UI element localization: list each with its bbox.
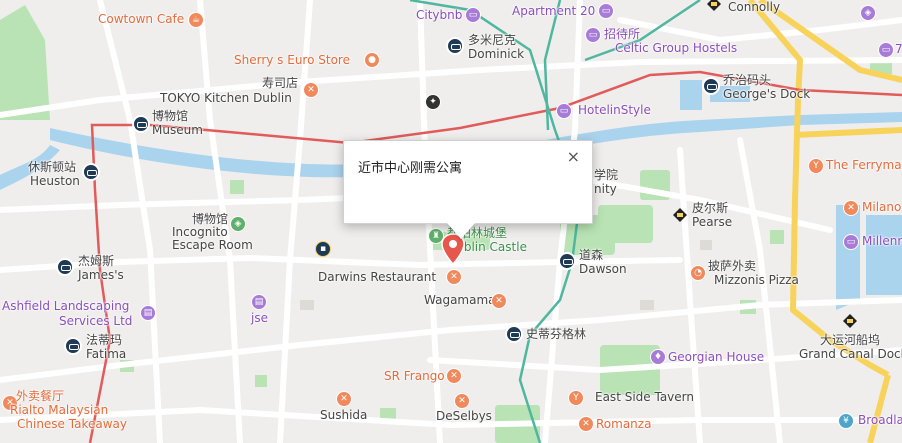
restaurant-icon[interactable]: ✕: [454, 393, 470, 409]
metro-station-museum-icon[interactable]: [132, 115, 150, 133]
metro-station-heuston-icon[interactable]: [82, 163, 100, 181]
poi-eastside-label: East Side Tavern: [595, 390, 694, 404]
poi-ashfield-label-1: Ashfield Landscaping: [2, 299, 130, 313]
hotel-icon[interactable]: ▭: [878, 42, 894, 58]
restaurant-icon[interactable]: ✕: [843, 200, 859, 216]
rail-station-pearse-label-zh: 皮尔斯: [692, 201, 729, 215]
rail-station-connolly-icon[interactable]: [706, 0, 722, 12]
shop-icon[interactable]: ▤: [140, 305, 156, 321]
poi-hostel-zh-label: 招待所: [604, 27, 641, 41]
pizza-icon[interactable]: ◔: [690, 265, 706, 281]
hotel-icon[interactable]: ▭: [556, 103, 572, 119]
poi-georgian-label: Georgian House: [668, 350, 765, 364]
metro-station-georges-dock-label-zh: 乔治码头: [723, 73, 772, 87]
metro-station-dominick-label-zh: 多米尼克: [468, 33, 517, 47]
poi-millennium-label: Millenn: [862, 234, 902, 248]
metro-station-fatima-label-en: Fatima: [86, 347, 127, 361]
poi-darwins-label: Darwins Restaurant: [318, 270, 437, 284]
metro-station-museum-label-en: Museum: [152, 123, 203, 137]
poi-mizzonis-label: Mizzonis Pizza: [714, 273, 799, 287]
poi-wagamama-label: Wagamama: [424, 293, 496, 307]
poi-milano-label: Milano: [862, 200, 902, 214]
metro-station-fatima-label-zh: 法蒂玛: [86, 333, 123, 347]
hotel-icon[interactable]: ▭: [585, 27, 601, 43]
poi-romanza-label: Romanza: [596, 417, 652, 431]
rail-station-grand-canal-dock-label-zh: 大运河船坞: [820, 333, 881, 347]
poi-cowtown-cafe-label: Cowtown Cafe: [98, 12, 185, 26]
restaurant-icon[interactable]: ✕: [336, 391, 352, 407]
metro-station-james-label-zh: 杰姆斯: [78, 254, 115, 268]
poi-pizza-zh-label: 披萨外卖: [708, 259, 757, 273]
metro-station-georges-dock-icon[interactable]: [702, 77, 720, 95]
bar-icon[interactable]: Y: [568, 390, 584, 406]
poi-apartment20-label: Apartment 20: [512, 4, 596, 18]
restaurant-icon[interactable]: ✕: [446, 269, 462, 285]
hotel-icon[interactable]: ▭: [598, 3, 614, 19]
bank-icon[interactable]: ¥: [838, 413, 854, 429]
poi-broadlands-label: Broadla: [858, 413, 902, 427]
restaurant-icon[interactable]: ✕: [578, 416, 594, 432]
bus-icon[interactable]: ▪: [315, 241, 331, 257]
poi-incognito-label-2: Escape Room: [172, 238, 253, 252]
museum-icon[interactable]: ◈: [860, 5, 876, 21]
metro-station-heuston-label-zh: 休斯顿站: [28, 160, 77, 174]
poi-sherrys-label: Sherry s Euro Store: [234, 53, 350, 67]
rail-station-grand-canal-dock-icon[interactable]: [842, 313, 858, 329]
poi-sushida-label: Sushida: [320, 408, 368, 422]
hotel-icon[interactable]: ▭: [465, 7, 481, 23]
poi-tokyo-kitchen-label: TOKYO Kitchen Dublin: [160, 91, 292, 105]
poi-ashfield-label-2: Services Ltd: [59, 314, 133, 328]
poi-celtic-label: Celtic Group Hostels: [615, 41, 738, 55]
poi-ferryman-label: The Ferryman: [826, 158, 902, 172]
landmark-icon[interactable]: ♦: [650, 349, 666, 365]
poi-number7-label: 7: [895, 42, 902, 56]
metro-station-museum-label-zh: 博物馆: [152, 109, 189, 123]
metro-station-dawson-label-en: Dawson: [579, 262, 627, 276]
metro-station-stephens-green-label-zh: 史蒂芬格林: [526, 327, 587, 341]
poi-trinity-en-label: nity: [594, 182, 617, 196]
poi-rialto-label-2: Chinese Takeaway: [17, 417, 127, 431]
poi-jse-label: jse: [251, 311, 268, 325]
rail-station-pearse-icon[interactable]: [672, 207, 688, 223]
info-popup: 近市中心刚需公寓 ×: [343, 140, 593, 224]
poi-deselbys-label: DeSelbys: [436, 409, 492, 423]
cafe-icon[interactable]: ☕: [188, 12, 204, 28]
restaurant-icon[interactable]: ✕: [446, 368, 462, 384]
poi-incognito-label-1: Incognito: [172, 225, 228, 239]
poi-museum-label: 博物馆: [192, 212, 229, 226]
popup-title: 近市中心刚需公寓: [358, 161, 463, 176]
hotel-icon[interactable]: ▭: [843, 234, 859, 250]
metro-station-dominick-label-en: Dominick: [468, 47, 525, 61]
bar-icon[interactable]: Y: [808, 158, 824, 174]
metro-station-georges-dock-label-en: George's Dock: [723, 87, 811, 101]
poi-rialto-label-1: Rialto Malaysian: [10, 403, 109, 417]
metro-station-heuston-label-en: Heuston: [30, 174, 80, 188]
shop-icon[interactable]: ●: [364, 52, 380, 68]
museum-icon[interactable]: ◈: [230, 216, 246, 232]
poi-citybnb-label: Citybnb: [416, 8, 463, 22]
metro-station-dawson-label-zh: 道森: [579, 248, 604, 262]
poi-takeaway-zh-label: 外卖餐厅: [16, 389, 65, 403]
popup-pointer: [447, 223, 475, 239]
attraction-icon[interactable]: ✦: [425, 94, 441, 110]
poi-sushi-label: 寿司店: [262, 76, 299, 90]
rail-station-connolly-label-en: Connolly: [728, 0, 781, 14]
metro-station-dawson-icon[interactable]: [558, 252, 576, 270]
metro-station-fatima-icon[interactable]: [64, 337, 82, 355]
restaurant-icon[interactable]: ✕: [303, 82, 319, 98]
poi-hotelinstyle-label: HotelinStyle: [578, 103, 651, 117]
rail-station-pearse-label-en: Pearse: [692, 215, 733, 229]
metro-station-james-label-en: James's: [78, 268, 124, 282]
rail-station-grand-canal-dock-label-en: Grand Canal Dock: [799, 347, 902, 361]
poi-srfrango-label: SR Frango: [384, 369, 445, 383]
metro-station-dominick-icon[interactable]: [446, 37, 464, 55]
metro-station-james-icon[interactable]: [56, 258, 74, 276]
restaurant-icon[interactable]: ✕: [491, 293, 507, 309]
close-icon[interactable]: ×: [567, 147, 580, 166]
shop-icon[interactable]: ▤: [251, 294, 267, 310]
metro-station-stephens-green-icon[interactable]: [505, 325, 523, 343]
poi-trinity-zh-label: 学院: [594, 168, 619, 182]
